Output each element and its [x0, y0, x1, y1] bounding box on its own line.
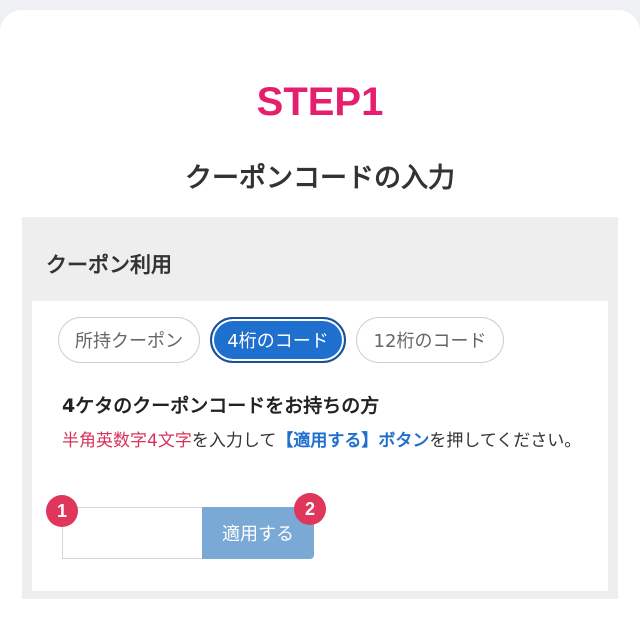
coupon-panel-title: クーポン利用 [46, 253, 172, 277]
coupon-tabs: 所持クーポン 4桁のコード 12桁のコード [58, 317, 514, 363]
instruction-highlight: 半角英数字4文字 [62, 431, 192, 451]
step-badge-1: 1 [46, 495, 78, 527]
instruction-text: 半角英数字4文字を入力して【適用する】ボタンを押してください。 [62, 427, 582, 455]
step-subtitle: クーポンコードの入力 [185, 163, 455, 194]
section-heading: 4ケタのクーポンコードをお持ちの方 [62, 395, 380, 417]
step-badge-2: 2 [294, 493, 326, 525]
coupon-form: 所持クーポン 4桁のコード 12桁のコード 4ケタのクーポンコードをお持ちの方 … [32, 301, 608, 591]
tab-4-digit-code[interactable]: 4桁のコード [210, 317, 346, 363]
step-title: STEP1 [256, 80, 384, 124]
instruction-middle: を入力して [191, 431, 277, 451]
coupon-code-input[interactable] [62, 507, 202, 559]
instruction-button-ref: 【適用する】ボタン [276, 431, 430, 451]
coupon-panel: クーポン利用 所持クーポン 4桁のコード 12桁のコード 4ケタのクーポンコード… [22, 217, 618, 599]
tab-owned-coupons[interactable]: 所持クーポン [58, 317, 200, 363]
tab-12-digit-code[interactable]: 12桁のコード [356, 317, 504, 363]
instruction-end: を押してください。 [429, 431, 582, 451]
